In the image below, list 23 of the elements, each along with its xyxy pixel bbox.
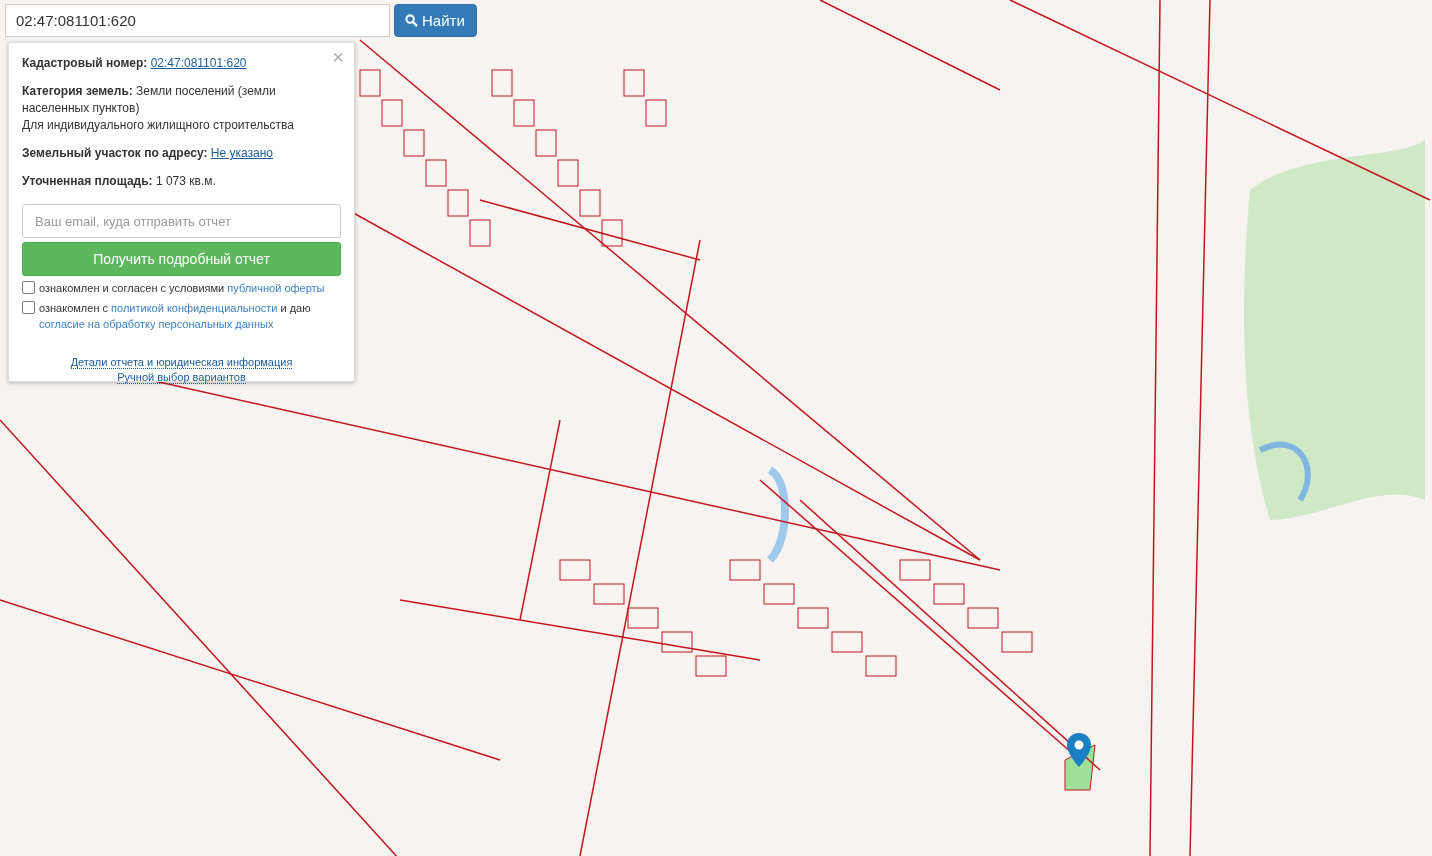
- map-drawing[interactable]: [0, 0, 1432, 856]
- report-button[interactable]: Получить подробный отчет: [22, 242, 341, 276]
- land-category-text: Категория земель: Земли поселений (земли населенных пунктов): [22, 83, 277, 117]
- area-text: Уточненная площадь: 1 073 кв.м.: [22, 173, 217, 190]
- search-button[interactable]: Найти: [394, 4, 477, 37]
- terms-link[interactable]: публичной оферты: [227, 282, 325, 294]
- consent-link[interactable]: согласие на обработку персональных данных: [39, 318, 274, 330]
- cadastral-number-link[interactable]: 02:47:081101:620: [150, 56, 247, 70]
- close-button[interactable]: ×: [328, 46, 348, 68]
- land-purpose-text: Для индивидуального жилищного строительства: [22, 117, 295, 134]
- email-field[interactable]: Ваш email, куда отправить отчет: [22, 204, 341, 238]
- terms-link[interactable]: политикой конфиденциальности: [111, 302, 278, 314]
- search-field[interactable]: 02:47:081101:620: [5, 4, 390, 37]
- footer-link[interactable]: Детали отчета и юридическая информация: [70, 356, 293, 369]
- map-pin-icon: [1067, 733, 1091, 767]
- consent-text: ознакомлен с политикой конфиденциальности и даю согласие на обработку персональных данных: [39, 301, 312, 332]
- checkbox[interactable]: [22, 281, 35, 294]
- consent-text: ознакомлен и согласен с условиями публичной оферты: [39, 281, 325, 296]
- search-icon: [405, 14, 418, 27]
- checkbox[interactable]: [22, 301, 35, 314]
- address-link[interactable]: Не указано: [210, 146, 273, 160]
- footer-link[interactable]: Ручной выбор вариантов: [117, 371, 246, 384]
- address-text: Земельный участок по адресу: Не указано: [22, 145, 274, 162]
